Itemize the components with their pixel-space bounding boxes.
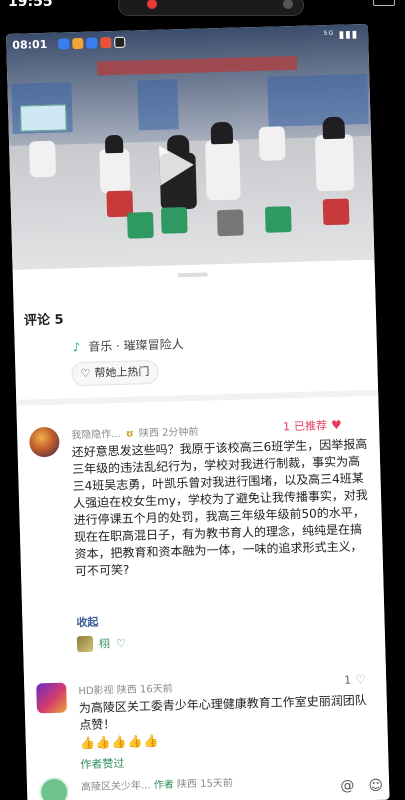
avatar[interactable] [36, 682, 67, 714]
app-icon [72, 37, 84, 50]
like-count: 1 [343, 673, 352, 687]
inner-status-bar: 08:01 ⁵ᴳ ▮▮▮ [6, 24, 368, 56]
student [99, 148, 131, 194]
app-icon [58, 38, 70, 50]
play-icon[interactable] [159, 144, 195, 186]
student-head [104, 134, 124, 154]
fire-icon: ♡ [80, 366, 91, 381]
comments-title: 评论 5 [23, 312, 64, 329]
stop-icon [283, 0, 293, 9]
heart-outline-icon[interactable]: ♡ [355, 672, 366, 686]
window [267, 73, 369, 127]
gold-badge-icon: ʊ [125, 428, 134, 440]
hall-banner [96, 55, 298, 76]
author-liked-tag: 作者赞过 [80, 756, 125, 772]
avatar[interactable] [28, 426, 60, 458]
status-bar: 19:55 [0, 0, 405, 22]
reply-avatar [76, 635, 94, 653]
comment-time: 2分钟前 [161, 426, 199, 439]
liked-label: 已推荐 [293, 419, 328, 434]
emoji-row: 👍👍👍👍👍 [79, 733, 160, 751]
status-time: 19:55 [8, 0, 53, 10]
reply-chip[interactable]: 栩 ♡ [76, 635, 127, 653]
promote-button-label: 帮她上热门 [94, 365, 150, 380]
stool [264, 206, 292, 233]
comment-item: HD影视 陕西 16天前 1 ♡ 为高陵区关工委青少年心理健康教育工作室史丽润团… [24, 670, 386, 771]
app-icon [86, 37, 98, 49]
divider [16, 389, 379, 406]
tiktok-icon [114, 36, 126, 48]
student [314, 134, 355, 192]
signal-icon: ⁵ᴳ ▮▮▮ [323, 29, 359, 42]
student-head [322, 116, 346, 140]
comment-location: 陕西 [176, 778, 198, 791]
comment-meta: HD影视 陕西 16天前 [78, 680, 173, 698]
stool [127, 211, 154, 239]
student-head [210, 121, 234, 145]
music-label: 音乐 · 璀璨冒险人 [88, 337, 184, 354]
comment-user[interactable]: 我隐隐作... [71, 429, 121, 441]
student [205, 139, 241, 201]
student [29, 140, 57, 178]
music-link[interactable]: ♪ 音乐 · 璀璨冒险人 [73, 335, 184, 355]
comment-time: 16天前 [139, 683, 173, 696]
window [137, 79, 179, 131]
comment-location: 陕西 [116, 684, 137, 697]
comment-time: 15天前 [199, 777, 234, 790]
at-icon[interactable]: @ [340, 778, 354, 794]
fold-button[interactable]: 收起 [76, 614, 98, 631]
app-screenshot: 08:01 ⁵ᴳ ▮▮▮ 评论 5 ♪ 音乐 · 璀璨冒险人 ♡ 帮她上热门 我… [6, 23, 390, 800]
inner-time: 08:01 [12, 37, 48, 52]
notification-icons [58, 36, 126, 50]
comment-text: 为高陵区关工委青少年心理健康教育工作室史丽润团队点赞！ [78, 693, 367, 733]
comments-sheet: 评论 5 ♪ 音乐 · 璀璨冒险人 ♡ 帮她上热门 我隐隐作... ʊ 陕西 2… [12, 259, 390, 800]
stage-screen [20, 104, 67, 132]
like-area[interactable]: 1 ♡ [344, 672, 366, 687]
student [258, 126, 286, 161]
promote-button[interactable]: ♡ 帮她上热门 [71, 359, 159, 387]
stool [217, 209, 244, 237]
like-count: 1 [282, 419, 291, 433]
music-note-icon: ♪ [72, 340, 81, 355]
comment-user[interactable]: 高陵区关少年... [81, 780, 151, 793]
like-area[interactable]: 1 已推荐 ♥ [283, 417, 342, 435]
heart-icon[interactable]: ♥ [331, 418, 342, 432]
sheet-handle[interactable] [177, 272, 208, 278]
comment-location: 陕西 [138, 427, 160, 440]
record-icon [147, 0, 157, 9]
comment-meta: 我隐隐作... ʊ 陕西 2分钟前 [71, 423, 199, 442]
author-tag: 作者 [153, 779, 174, 792]
comment-user[interactable]: HD影视 [78, 685, 114, 697]
battery-icon [373, 0, 395, 6]
stool [322, 198, 350, 226]
app-icon [100, 37, 112, 49]
reply-user: 栩 [98, 637, 111, 651]
avatar[interactable] [38, 776, 70, 800]
stool [160, 207, 188, 234]
comment-text: 还好意思发这些吗？我原于该校高三6班学生，因举报高三年级的违法乱纪行为，学校对我… [71, 437, 369, 579]
video-player[interactable]: 08:01 ⁵ᴳ ▮▮▮ [6, 23, 375, 270]
comment-item: 我隐隐作... ʊ 陕西 2分钟前 1 已推荐 ♥ 还好意思发这些吗？我原于该校… [17, 406, 379, 653]
emoji-icon[interactable]: ☺ [368, 778, 383, 794]
bottom-toolbar: @ ☺ [340, 778, 383, 794]
heart-outline-icon: ♡ [115, 636, 127, 650]
screen-record-pill[interactable] [118, 0, 304, 16]
comment-meta: 高陵区关少年... 作者 陕西 15天前 [81, 774, 233, 793]
